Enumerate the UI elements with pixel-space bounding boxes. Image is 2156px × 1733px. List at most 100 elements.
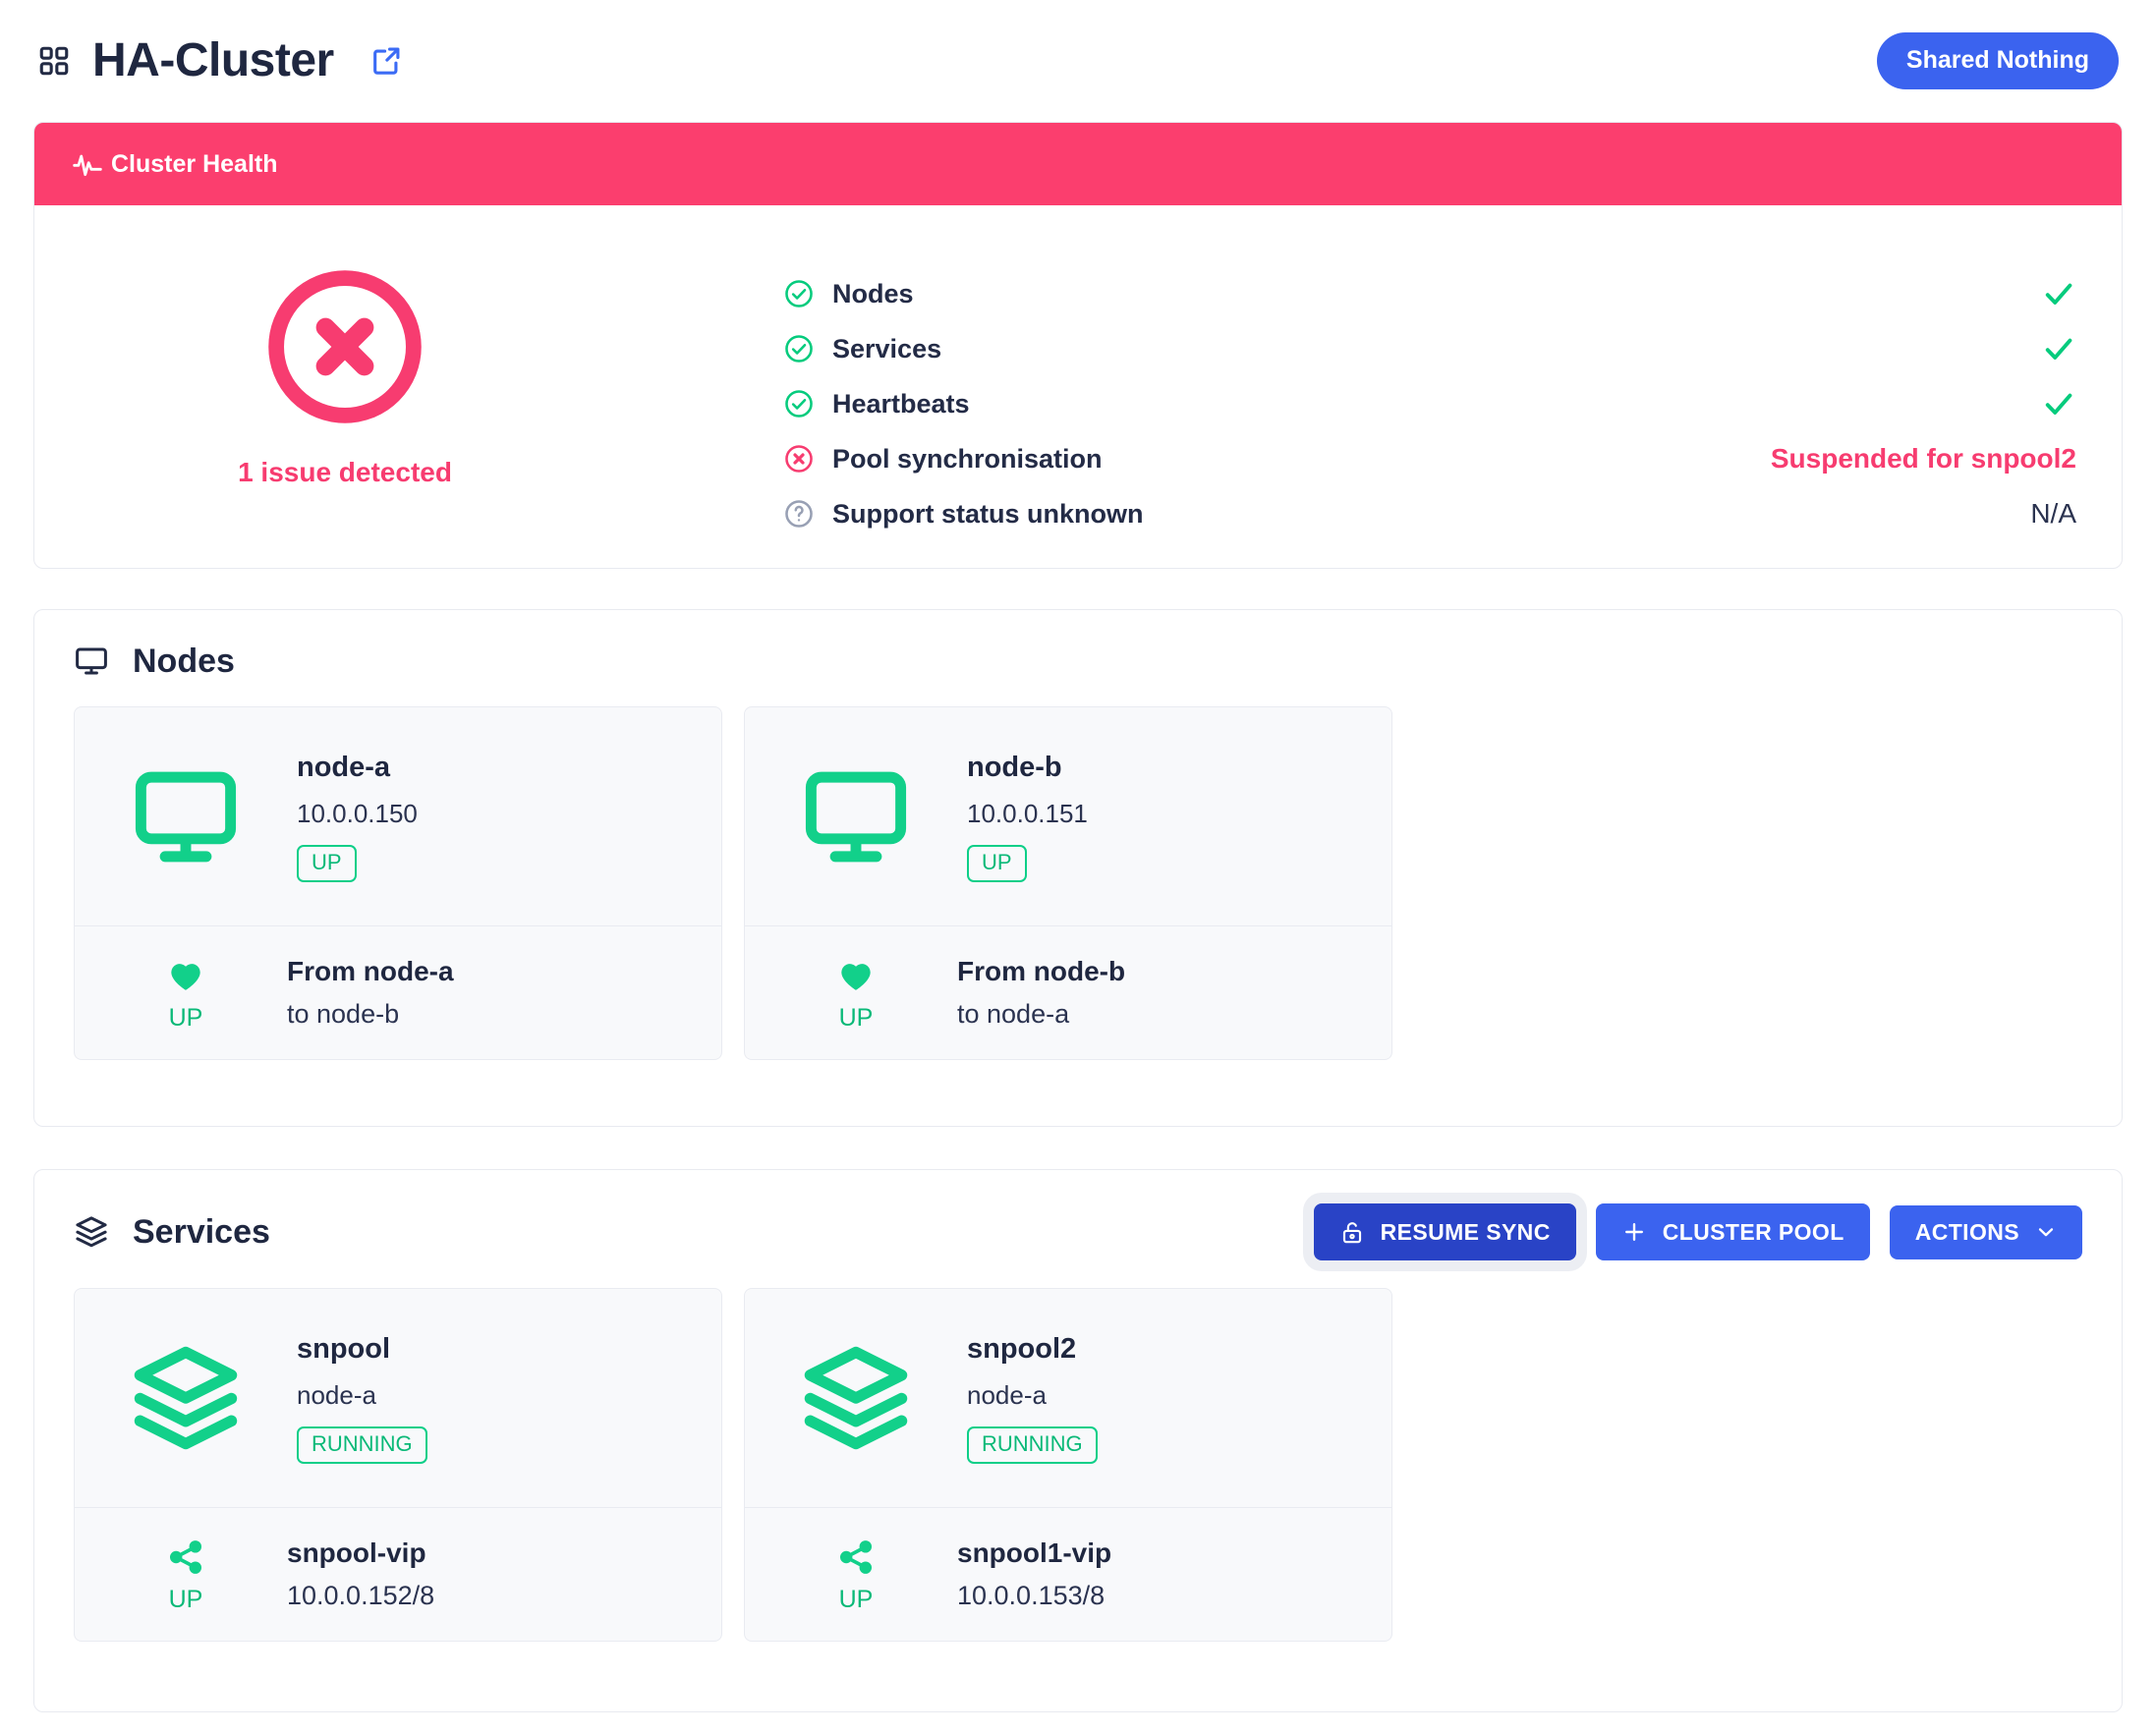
node-card-meta: node-a 10.0.0.150 UP bbox=[297, 751, 418, 882]
service-card-meta: snpool node-a RUNNING bbox=[297, 1332, 427, 1464]
node-card[interactable]: node-a 10.0.0.150 UP UP From node-a to n… bbox=[74, 706, 722, 1060]
x-circle-icon bbox=[260, 262, 429, 431]
resume-sync-label: RESUME SYNC bbox=[1380, 1218, 1551, 1245]
node-address: 10.0.0.151 bbox=[967, 798, 1088, 828]
cluster-health-body: 1 issue detected Nodes Services Heartbea… bbox=[34, 205, 2122, 568]
x-circle-small-icon bbox=[783, 443, 815, 475]
monitor-icon bbox=[130, 760, 242, 872]
service-vip-row: UP snpool-vip 10.0.0.152/8 bbox=[75, 1507, 721, 1641]
service-vip-row: UP snpool1-vip 10.0.0.153/8 bbox=[745, 1507, 1391, 1641]
cluster-health-banner: Cluster Health bbox=[34, 123, 2122, 205]
node-address: 10.0.0.150 bbox=[297, 798, 418, 828]
header-left-group: HA-Cluster bbox=[0, 37, 403, 84]
heartbeat-status-group: UP bbox=[130, 955, 242, 1031]
service-name: snpool2 bbox=[967, 1333, 1077, 1366]
vip-text-group: snpool-vip 10.0.0.152/8 bbox=[287, 1537, 434, 1611]
health-check-list: Nodes Services Heartbeats Pool synchroni… bbox=[783, 266, 2076, 541]
cluster-pool-button[interactable]: CLUSTER POOL bbox=[1595, 1203, 1870, 1260]
service-card-main: snpool2 node-a RUNNING bbox=[745, 1289, 1391, 1507]
pulse-icon bbox=[72, 148, 103, 180]
health-check-value bbox=[2041, 276, 2076, 311]
services-section-title: Services bbox=[133, 1213, 270, 1251]
health-check-value: Suspended for snpool2 bbox=[1771, 443, 2076, 475]
node-state-badge: UP bbox=[297, 844, 357, 882]
health-check-label: Nodes bbox=[832, 278, 914, 308]
services-panel: Services RESUME SYNC CLUSTER POOL ACTION… bbox=[33, 1169, 2123, 1712]
page-title: HA-Cluster bbox=[92, 34, 334, 86]
check-circle-icon bbox=[783, 333, 815, 364]
heart-icon bbox=[835, 955, 877, 996]
node-card-main: node-b 10.0.0.151 UP bbox=[745, 707, 1391, 925]
node-name: node-a bbox=[297, 752, 391, 784]
cluster-health-title: Cluster Health bbox=[111, 149, 278, 178]
node-card-main: node-a 10.0.0.150 UP bbox=[75, 707, 721, 925]
heartbeat-from: From node-b bbox=[957, 956, 1126, 986]
health-check-label: Heartbeats bbox=[832, 388, 970, 419]
node-state-badge: UP bbox=[967, 844, 1027, 882]
service-card[interactable]: snpool2 node-a RUNNING UP snpool1-vip 10… bbox=[744, 1288, 1392, 1642]
node-name: node-b bbox=[967, 752, 1062, 784]
health-summary: 1 issue detected bbox=[227, 262, 463, 488]
cluster-pool-label: CLUSTER POOL bbox=[1662, 1218, 1844, 1245]
vip-name: snpool1-vip bbox=[957, 1537, 1112, 1568]
health-check-row: Services bbox=[783, 321, 2076, 376]
health-check-label: Services bbox=[832, 333, 942, 363]
service-node: node-a bbox=[297, 1379, 376, 1410]
monitor-icon bbox=[800, 760, 912, 872]
heartbeat-state: UP bbox=[168, 1004, 203, 1032]
external-link-icon[interactable] bbox=[369, 44, 403, 78]
nodes-panel: Nodes node-a 10.0.0.150 UP UP From node-… bbox=[33, 609, 2123, 1127]
node-card[interactable]: node-b 10.0.0.151 UP UP From node-b to n… bbox=[744, 706, 1392, 1060]
services-card-grid: snpool node-a RUNNING UP snpool-vip 10.0… bbox=[34, 1260, 2122, 1681]
page-header: HA-Cluster Shared Nothing bbox=[0, 0, 2156, 122]
vip-status-group: UP bbox=[800, 1537, 912, 1612]
plus-icon bbox=[1621, 1219, 1647, 1245]
vip-state: UP bbox=[168, 1586, 203, 1613]
service-state-badge: RUNNING bbox=[297, 1426, 427, 1464]
heartbeat-text-group: From node-b to node-a bbox=[957, 956, 1125, 1030]
support-status-text: N/A bbox=[2030, 498, 2076, 529]
health-check-row: Pool synchronisation Suspended for snpoo… bbox=[783, 431, 2076, 486]
vip-state: UP bbox=[838, 1586, 874, 1613]
resume-sync-button[interactable]: RESUME SYNC bbox=[1313, 1203, 1576, 1260]
health-check-value bbox=[2041, 331, 2076, 366]
heart-icon bbox=[165, 955, 206, 996]
node-card-meta: node-b 10.0.0.151 UP bbox=[967, 751, 1088, 882]
heartbeat-from: From node-a bbox=[287, 956, 454, 986]
health-check-row: Support status unknown N/A bbox=[783, 486, 2076, 541]
health-check-value: N/A bbox=[2030, 498, 2076, 530]
check-icon bbox=[2041, 276, 2076, 311]
health-check-row: Heartbeats bbox=[783, 376, 2076, 431]
layers-icon bbox=[800, 1342, 912, 1454]
grid-icon bbox=[37, 44, 71, 78]
check-icon bbox=[2041, 331, 2076, 366]
health-check-row: Nodes bbox=[783, 266, 2076, 321]
layers-icon bbox=[130, 1342, 242, 1454]
service-card-meta: snpool2 node-a RUNNING bbox=[967, 1332, 1098, 1464]
heartbeat-to: to node-b bbox=[287, 999, 400, 1029]
service-card[interactable]: snpool node-a RUNNING UP snpool-vip 10.0… bbox=[74, 1288, 722, 1642]
vip-status-group: UP bbox=[130, 1537, 242, 1612]
services-action-buttons: RESUME SYNC CLUSTER POOL ACTIONS bbox=[1313, 1203, 2082, 1260]
nodes-section-title: Nodes bbox=[133, 643, 235, 680]
question-circle-icon bbox=[783, 498, 815, 530]
chevron-down-icon bbox=[2035, 1221, 2057, 1243]
vip-address: 10.0.0.153/8 bbox=[957, 1581, 1106, 1610]
heartbeat-state: UP bbox=[838, 1004, 874, 1032]
service-node: node-a bbox=[967, 1379, 1047, 1410]
status-badge[interactable]: Shared Nothing bbox=[1876, 32, 2119, 89]
actions-button[interactable]: ACTIONS bbox=[1889, 1204, 2082, 1259]
ha-cluster-dashboard: HA-Cluster Shared Nothing Cluster Health bbox=[0, 0, 2156, 1733]
health-check-value bbox=[2041, 386, 2076, 421]
health-check-label: Support status unknown bbox=[832, 498, 1144, 529]
unlock-icon bbox=[1339, 1219, 1365, 1245]
monitor-icon bbox=[74, 643, 109, 679]
nodes-section-header: Nodes bbox=[34, 610, 2122, 679]
heartbeat-text-group: From node-a to node-b bbox=[287, 956, 454, 1030]
vip-text-group: snpool1-vip 10.0.0.153/8 bbox=[957, 1537, 1111, 1611]
issue-count-text: 1 issue detected bbox=[238, 457, 452, 487]
cluster-health-panel: Cluster Health 1 issue detected Nodes Se… bbox=[33, 122, 2123, 569]
layers-icon bbox=[74, 1214, 109, 1250]
node-heartbeat-row: UP From node-b to node-a bbox=[745, 925, 1391, 1059]
share-icon bbox=[165, 1537, 206, 1578]
